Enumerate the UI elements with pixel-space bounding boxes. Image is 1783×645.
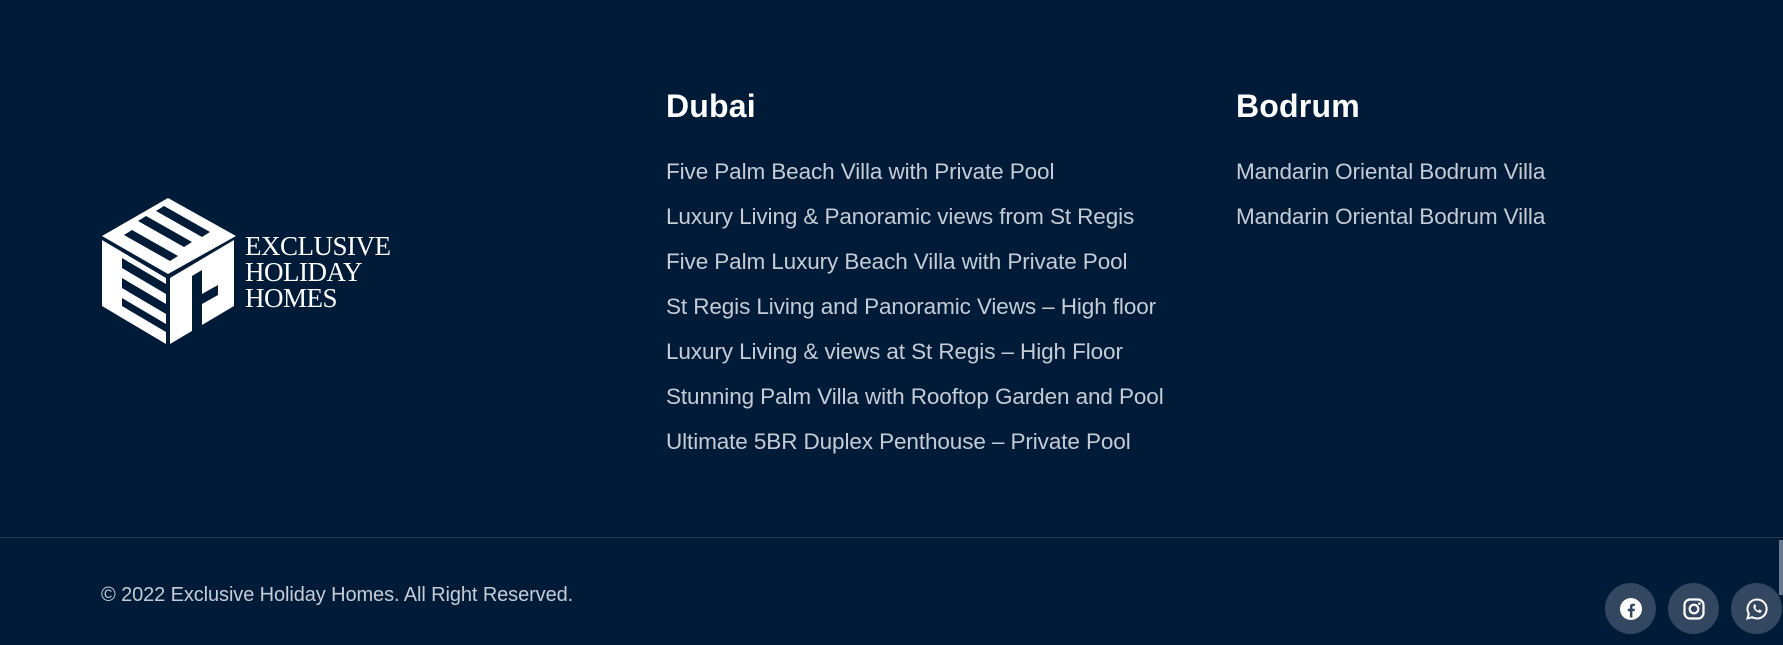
footer-link[interactable]: St Regis Living and Panoramic Views – Hi… bbox=[666, 294, 1164, 339]
footer-link[interactable]: Mandarin Oriental Bodrum Villa bbox=[1236, 204, 1545, 249]
site-footer: EXCLUSIVE HOLIDAY HOMES Dubai Five Palm … bbox=[0, 0, 1783, 645]
column-title-bodrum: Bodrum bbox=[1236, 88, 1360, 124]
footer-divider bbox=[0, 537, 1783, 538]
footer-link[interactable]: Ultimate 5BR Duplex Penthouse – Private … bbox=[666, 429, 1164, 474]
instagram-icon bbox=[1682, 597, 1705, 620]
dubai-link-list: Five Palm Beach Villa with Private Pool … bbox=[666, 159, 1164, 474]
column-title-dubai: Dubai bbox=[666, 88, 756, 124]
bodrum-link-list: Mandarin Oriental Bodrum Villa Mandarin … bbox=[1236, 159, 1545, 249]
footer-link[interactable]: Stunning Palm Villa with Rooftop Garden … bbox=[666, 384, 1164, 429]
footer-link[interactable]: Five Palm Luxury Beach Villa with Privat… bbox=[666, 249, 1164, 294]
footer-column-dubai: Dubai Five Palm Beach Villa with Private… bbox=[666, 86, 1164, 474]
scroll-edge bbox=[1779, 540, 1783, 595]
footer-link[interactable]: Mandarin Oriental Bodrum Villa bbox=[1236, 159, 1545, 204]
footer-link[interactable]: Luxury Living & views at St Regis – High… bbox=[666, 339, 1164, 384]
footer-link[interactable]: Luxury Living & Panoramic views from St … bbox=[666, 204, 1164, 249]
facebook-button[interactable] bbox=[1605, 583, 1656, 634]
copyright-text: © 2022 Exclusive Holiday Homes. All Righ… bbox=[101, 584, 574, 606]
footer-column-bodrum: Bodrum Mandarin Oriental Bodrum Villa Ma… bbox=[1236, 86, 1545, 249]
logo-line-3: HOMES bbox=[245, 283, 337, 313]
logo-mark: EXCLUSIVE HOLIDAY HOMES bbox=[102, 198, 391, 344]
whatsapp-button[interactable] bbox=[1731, 583, 1782, 634]
instagram-button[interactable] bbox=[1668, 583, 1719, 634]
footer-link[interactable]: Five Palm Beach Villa with Private Pool bbox=[666, 159, 1164, 204]
whatsapp-icon bbox=[1745, 597, 1768, 620]
brand-logo[interactable]: EXCLUSIVE HOLIDAY HOMES bbox=[102, 196, 402, 346]
facebook-icon bbox=[1619, 597, 1642, 620]
